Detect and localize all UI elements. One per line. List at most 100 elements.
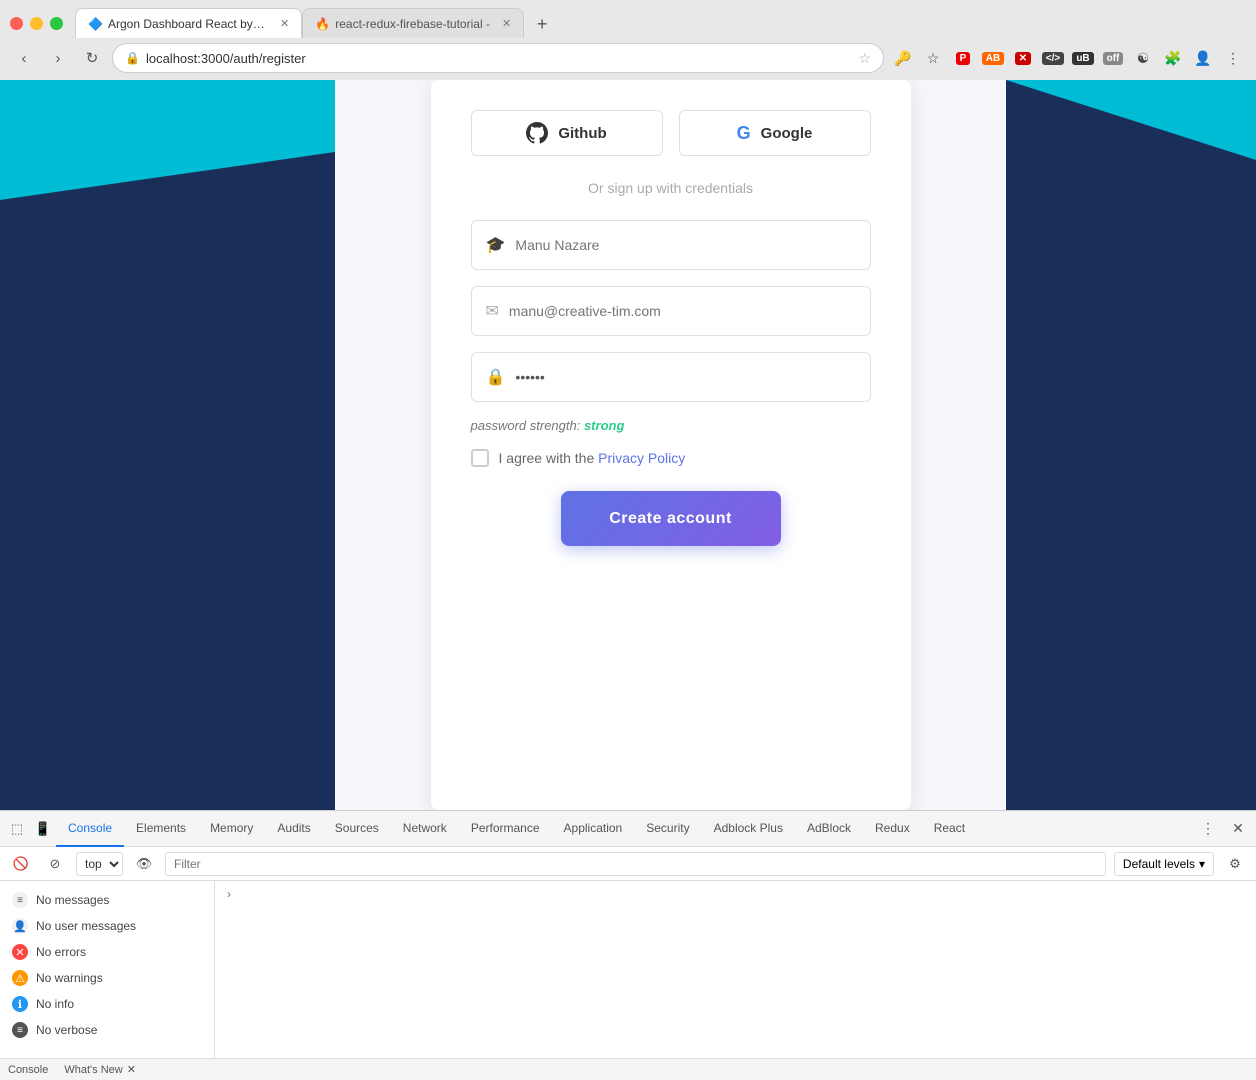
filter-verbose[interactable]: ≡ No verbose: [0, 1017, 214, 1043]
forward-button[interactable]: ›: [44, 44, 72, 72]
star-icon[interactable]: ☆: [858, 50, 871, 67]
name-input-wrapper[interactable]: 🎓: [471, 220, 871, 270]
eye-icon[interactable]: 👁: [131, 851, 157, 877]
console-filter-button[interactable]: ⊘: [42, 851, 68, 877]
main-card-area: Github G Google Or sign up with credenti…: [335, 80, 1006, 810]
google-label: Google: [761, 125, 813, 142]
browser-toolbar: 🔑 ☆ P AB ✕ </> uB off ☯ 🧩 👤 ⋮: [890, 45, 1246, 71]
password-input[interactable]: [515, 369, 855, 385]
devtools-sidebar: ≡ No messages 👤 No user messages ✕ No er…: [0, 881, 215, 1058]
email-field-group: ✉: [471, 286, 871, 336]
close-button[interactable]: [10, 17, 23, 30]
browser-chrome: 🔷 Argon Dashboard React by Cre ✕ 🔥 react…: [0, 0, 1256, 80]
devtools-toolbar: 🚫 ⊘ top 👁 Default levels ▾ ⚙: [0, 847, 1256, 881]
ext-adblock-icon[interactable]: AB: [980, 45, 1006, 71]
google-icon: G: [737, 123, 751, 144]
devtools-device-button[interactable]: 📱: [30, 816, 56, 842]
devtools-inspect-button[interactable]: ⬚: [4, 816, 30, 842]
social-buttons: Github G Google: [471, 110, 871, 156]
whats-new-tab[interactable]: What's New: [64, 1064, 122, 1076]
google-button[interactable]: G Google: [679, 110, 871, 156]
menu-icon[interactable]: ⋮: [1220, 45, 1246, 71]
bg-left: [0, 80, 335, 810]
new-tab-button[interactable]: +: [528, 10, 556, 38]
devtools-tab-adblock[interactable]: AdBlock: [795, 811, 863, 847]
warnings-label: No warnings: [36, 971, 103, 985]
active-tab[interactable]: 🔷 Argon Dashboard React by Cre ✕: [75, 8, 302, 38]
ext-privacy-icon[interactable]: P: [950, 45, 976, 71]
minimize-button[interactable]: [30, 17, 43, 30]
browser-tabs: 🔷 Argon Dashboard React by Cre ✕ 🔥 react…: [75, 8, 1246, 38]
filter-errors[interactable]: ✕ No errors: [0, 939, 214, 965]
devtools-tab-sources[interactable]: Sources: [323, 811, 391, 847]
tab-close-1[interactable]: ✕: [280, 17, 289, 30]
console-clear-button[interactable]: 🚫: [8, 851, 34, 877]
devtools-tabs: ⬚ 📱 Console Elements Memory Audits Sourc…: [0, 811, 1256, 847]
devtools-tab-elements[interactable]: Elements: [124, 811, 198, 847]
filter-warnings[interactable]: ⚠ No warnings: [0, 965, 214, 991]
email-icon: ✉: [486, 301, 499, 321]
default-levels-button[interactable]: Default levels ▾: [1114, 852, 1214, 876]
devtools-tab-react[interactable]: React: [922, 811, 977, 847]
ext-icon5[interactable]: uB: [1070, 45, 1096, 71]
console-tab-bottom[interactable]: Console: [8, 1064, 48, 1076]
github-label: Github: [558, 125, 606, 142]
filter-messages[interactable]: ≡ No messages: [0, 887, 214, 913]
devtools-tab-performance[interactable]: Performance: [459, 811, 552, 847]
privacy-checkbox[interactable]: [471, 449, 489, 467]
agree-label: I agree with the Privacy Policy: [499, 450, 686, 466]
tab-close-2[interactable]: ✕: [502, 17, 511, 30]
star-toolbar-icon[interactable]: ☆: [920, 45, 946, 71]
devtools-tab-console[interactable]: Console: [56, 811, 124, 847]
devtools-close-button[interactable]: ✕: [1224, 815, 1252, 843]
email-input-wrapper[interactable]: ✉: [471, 286, 871, 336]
back-button[interactable]: ‹: [10, 44, 38, 72]
name-input[interactable]: [515, 237, 855, 253]
inactive-tab[interactable]: 🔥 react-redux-firebase-tutorial - ✕: [302, 8, 524, 38]
password-input-wrapper[interactable]: 🔒: [471, 352, 871, 402]
devtools-tab-network[interactable]: Network: [391, 811, 459, 847]
create-account-button[interactable]: Create account: [561, 491, 781, 546]
bg-left-top-accent: [0, 80, 335, 200]
devtools-tab-redux[interactable]: Redux: [863, 811, 922, 847]
maximize-button[interactable]: [50, 17, 63, 30]
github-button[interactable]: Github: [471, 110, 663, 156]
messages-label: No messages: [36, 893, 109, 907]
devtools-tab-actions: ⋮ ✕: [1194, 815, 1252, 843]
devtools-tab-memory[interactable]: Memory: [198, 811, 265, 847]
tab-favicon-1: 🔷: [88, 17, 102, 31]
errors-label: No errors: [36, 945, 86, 959]
whats-new-close[interactable]: ✕: [127, 1063, 136, 1076]
devtools-tab-audits[interactable]: Audits: [265, 811, 322, 847]
profile-icon[interactable]: 👤: [1190, 45, 1216, 71]
devtools-tab-security[interactable]: Security: [634, 811, 701, 847]
info-label: No info: [36, 997, 74, 1011]
tab-favicon-2: 🔥: [315, 17, 329, 31]
console-scope-select[interactable]: top: [76, 852, 123, 876]
info-icon: ℹ: [12, 996, 28, 1012]
filter-user-messages[interactable]: 👤 No user messages: [0, 913, 214, 939]
devtools-more-button[interactable]: ⋮: [1194, 815, 1222, 843]
privacy-policy-link[interactable]: Privacy Policy: [598, 450, 685, 466]
refresh-button[interactable]: ↻: [78, 44, 106, 72]
devtools-tab-application[interactable]: Application: [552, 811, 635, 847]
console-expand-button[interactable]: ›: [223, 883, 235, 905]
agree-text: I agree with the: [499, 450, 595, 466]
warnings-icon: ⚠: [12, 970, 28, 986]
ext-yin-icon[interactable]: ☯: [1130, 45, 1156, 71]
ext-puzzle-icon[interactable]: 🧩: [1160, 45, 1186, 71]
ext-icon3[interactable]: ✕: [1010, 45, 1036, 71]
key-icon[interactable]: 🔑: [890, 45, 916, 71]
address-bar[interactable]: 🔒 localhost:3000/auth/register ☆: [112, 43, 884, 73]
email-input[interactable]: [509, 303, 856, 319]
devtools-tab-adblockplus[interactable]: Adblock Plus: [702, 811, 795, 847]
filter-input[interactable]: [165, 852, 1106, 876]
bg-right: [1006, 80, 1256, 810]
address-bar-row: ‹ › ↻ 🔒 localhost:3000/auth/register ☆ 🔑…: [0, 38, 1256, 80]
filter-info[interactable]: ℹ No info: [0, 991, 214, 1017]
ext-icon4[interactable]: </>: [1040, 45, 1066, 71]
bg-right-top-accent: [1006, 80, 1256, 160]
ext-off-icon[interactable]: off: [1100, 45, 1126, 71]
devtools-settings-button[interactable]: ⚙: [1222, 851, 1248, 877]
user-messages-label: No user messages: [36, 919, 136, 933]
